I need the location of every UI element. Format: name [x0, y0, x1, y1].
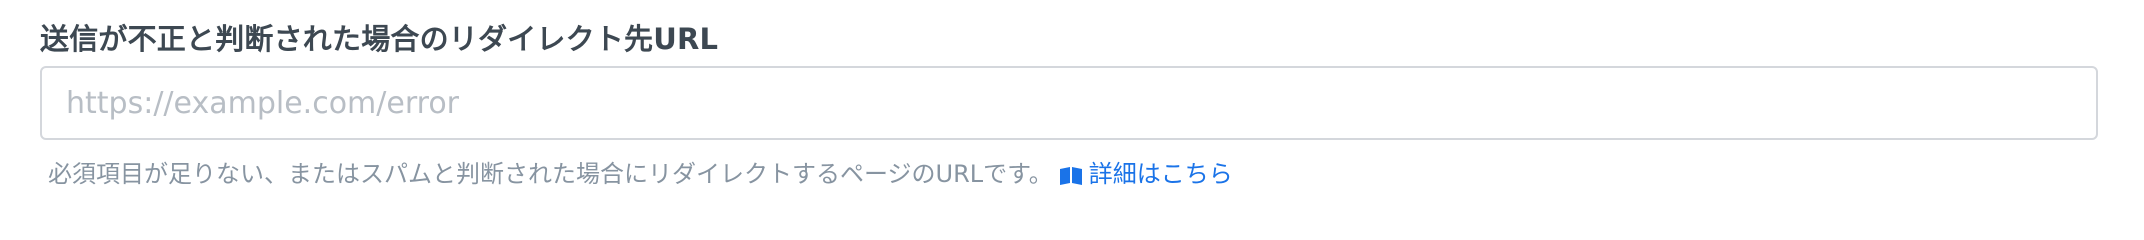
- book-icon: [1059, 164, 1083, 185]
- details-link[interactable]: 詳細はこちら: [1059, 154, 1233, 189]
- details-link-label: 詳細はこちら: [1088, 160, 1233, 188]
- help-text: 必須項目が足りない、またはスパムと判断された場合にリダイレクトするページのURL…: [48, 160, 1053, 188]
- help-text-row: 必須項目が足りない、またはスパムと判断された場合にリダイレクトするページのURL…: [48, 154, 1233, 189]
- field-label: 送信が不正と判断された場合のリダイレクト先URL: [40, 22, 719, 56]
- redirect-url-input[interactable]: [40, 66, 2098, 140]
- redirect-url-field-group: 送信が不正と判断された場合のリダイレクト先URL 必須項目が足りない、またはスパ…: [0, 0, 2144, 220]
